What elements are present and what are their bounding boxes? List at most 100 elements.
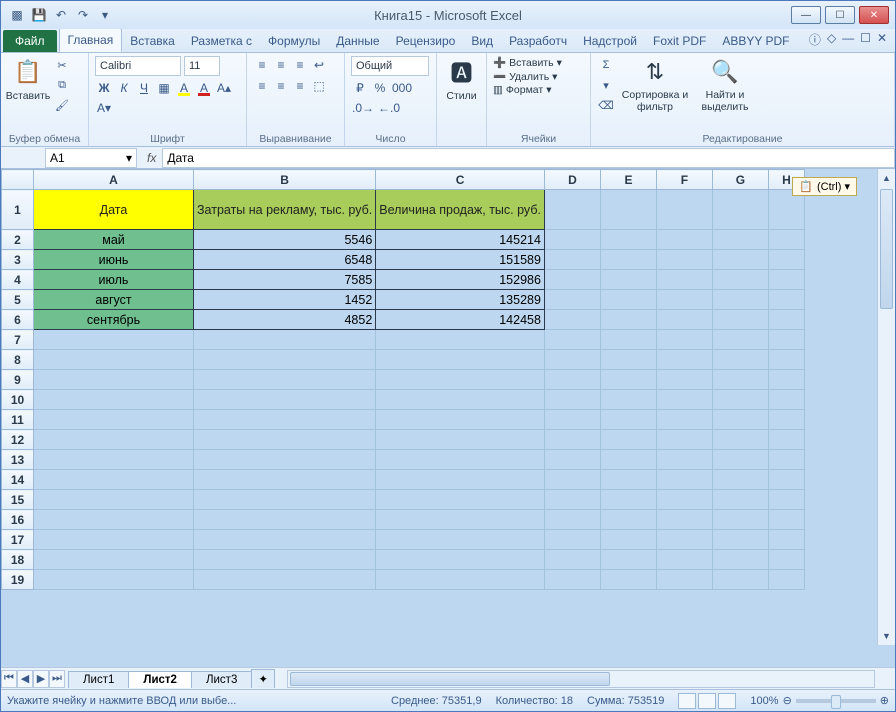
- cell-H18[interactable]: [768, 550, 804, 570]
- cell-D8[interactable]: [544, 350, 600, 370]
- fx-icon[interactable]: fx: [141, 151, 162, 165]
- cell-F12[interactable]: [656, 430, 712, 450]
- cell-C13[interactable]: [376, 450, 545, 470]
- ribbon-tab-главная[interactable]: Главная: [59, 28, 123, 52]
- cell-D18[interactable]: [544, 550, 600, 570]
- align-bot-icon[interactable]: ≡: [291, 56, 309, 74]
- column-header-G[interactable]: G: [712, 170, 768, 190]
- column-header-F[interactable]: F: [656, 170, 712, 190]
- number-format-combo[interactable]: Общий: [351, 56, 429, 76]
- row-header-19[interactable]: 19: [2, 570, 34, 590]
- cell-A6[interactable]: сентябрь: [34, 310, 194, 330]
- cell-F17[interactable]: [656, 530, 712, 550]
- row-header-3[interactable]: 3: [2, 250, 34, 270]
- column-header-D[interactable]: D: [544, 170, 600, 190]
- comma-icon[interactable]: 000: [391, 79, 413, 97]
- cell-B1[interactable]: Затраты на рекламу, тыс. руб.: [194, 190, 376, 230]
- cell-G5[interactable]: [712, 290, 768, 310]
- cell-B2[interactable]: 5546: [194, 230, 376, 250]
- row-header-2[interactable]: 2: [2, 230, 34, 250]
- ribbon-tab-abbyy pdf[interactable]: ABBYY PDF: [714, 30, 797, 52]
- cell-H19[interactable]: [768, 570, 804, 590]
- cell-C15[interactable]: [376, 490, 545, 510]
- cell-H8[interactable]: [768, 350, 804, 370]
- cell-E6[interactable]: [600, 310, 656, 330]
- horizontal-scrollbar[interactable]: [287, 670, 875, 688]
- cell-F3[interactable]: [656, 250, 712, 270]
- cell-B10[interactable]: [194, 390, 376, 410]
- row-header-17[interactable]: 17: [2, 530, 34, 550]
- cell-D16[interactable]: [544, 510, 600, 530]
- cell-A10[interactable]: [34, 390, 194, 410]
- column-header-A[interactable]: A: [34, 170, 194, 190]
- shrink-font-icon[interactable]: A▾: [95, 99, 113, 117]
- paste-button[interactable]: 📋 Вставить: [7, 56, 49, 102]
- ribbon-tab-вставка[interactable]: Вставка: [122, 30, 183, 52]
- cell-G1[interactable]: [712, 190, 768, 230]
- ribbon-tab-формулы[interactable]: Формулы: [260, 30, 328, 52]
- cell-C16[interactable]: [376, 510, 545, 530]
- cell-D7[interactable]: [544, 330, 600, 350]
- cell-F1[interactable]: [656, 190, 712, 230]
- cell-E10[interactable]: [600, 390, 656, 410]
- view-layout-icon[interactable]: [698, 693, 716, 709]
- vertical-scrollbar[interactable]: ▲ ▼: [877, 169, 895, 645]
- doc-close-icon[interactable]: ✕: [877, 31, 887, 48]
- ribbon-tab-надстрой[interactable]: Надстрой: [575, 30, 645, 52]
- cell-A8[interactable]: [34, 350, 194, 370]
- fill-color-button[interactable]: A: [175, 79, 193, 97]
- ribbon-tab-рецензиро[interactable]: Рецензиро: [388, 30, 464, 52]
- cell-B15[interactable]: [194, 490, 376, 510]
- zoom-slider[interactable]: [796, 699, 876, 703]
- cell-B8[interactable]: [194, 350, 376, 370]
- view-pagebreak-icon[interactable]: [718, 693, 736, 709]
- cell-E5[interactable]: [600, 290, 656, 310]
- cell-H9[interactable]: [768, 370, 804, 390]
- cell-D17[interactable]: [544, 530, 600, 550]
- font-name-combo[interactable]: Calibri: [95, 56, 181, 76]
- cell-C3[interactable]: 151589: [376, 250, 545, 270]
- select-all-corner[interactable]: [2, 170, 34, 190]
- cell-G17[interactable]: [712, 530, 768, 550]
- cell-F10[interactable]: [656, 390, 712, 410]
- format-cells-button[interactable]: ▥Формат ▾: [493, 84, 562, 96]
- cell-H17[interactable]: [768, 530, 804, 550]
- sheet-nav-prev-icon[interactable]: ◀: [17, 670, 33, 688]
- cell-G16[interactable]: [712, 510, 768, 530]
- column-header-E[interactable]: E: [600, 170, 656, 190]
- cell-G8[interactable]: [712, 350, 768, 370]
- row-header-1[interactable]: 1: [2, 190, 34, 230]
- cell-E19[interactable]: [600, 570, 656, 590]
- cell-A11[interactable]: [34, 410, 194, 430]
- cell-B7[interactable]: [194, 330, 376, 350]
- scroll-down-icon[interactable]: ▼: [878, 627, 895, 645]
- cell-G18[interactable]: [712, 550, 768, 570]
- row-header-13[interactable]: 13: [2, 450, 34, 470]
- cell-E8[interactable]: [600, 350, 656, 370]
- column-header-C[interactable]: C: [376, 170, 545, 190]
- align-right-icon[interactable]: ≡: [291, 77, 309, 95]
- format-painter-icon[interactable]: 🖌: [53, 96, 71, 114]
- cell-C5[interactable]: 135289: [376, 290, 545, 310]
- grow-font-icon[interactable]: A▴: [215, 79, 233, 97]
- cell-H10[interactable]: [768, 390, 804, 410]
- cell-A14[interactable]: [34, 470, 194, 490]
- cell-A13[interactable]: [34, 450, 194, 470]
- row-header-9[interactable]: 9: [2, 370, 34, 390]
- cell-G15[interactable]: [712, 490, 768, 510]
- cell-C6[interactable]: 142458: [376, 310, 545, 330]
- cell-B5[interactable]: 1452: [194, 290, 376, 310]
- cell-B18[interactable]: [194, 550, 376, 570]
- cell-E15[interactable]: [600, 490, 656, 510]
- cell-A12[interactable]: [34, 430, 194, 450]
- cell-H3[interactable]: [768, 250, 804, 270]
- cell-D14[interactable]: [544, 470, 600, 490]
- cell-E13[interactable]: [600, 450, 656, 470]
- cell-A19[interactable]: [34, 570, 194, 590]
- cell-B6[interactable]: 4852: [194, 310, 376, 330]
- align-center-icon[interactable]: ≡: [272, 77, 290, 95]
- font-color-button[interactable]: A: [195, 79, 213, 97]
- ribbon-help-icon[interactable]: ⓘ: [809, 31, 821, 48]
- cell-C14[interactable]: [376, 470, 545, 490]
- doc-restore-icon[interactable]: ☐: [860, 31, 871, 48]
